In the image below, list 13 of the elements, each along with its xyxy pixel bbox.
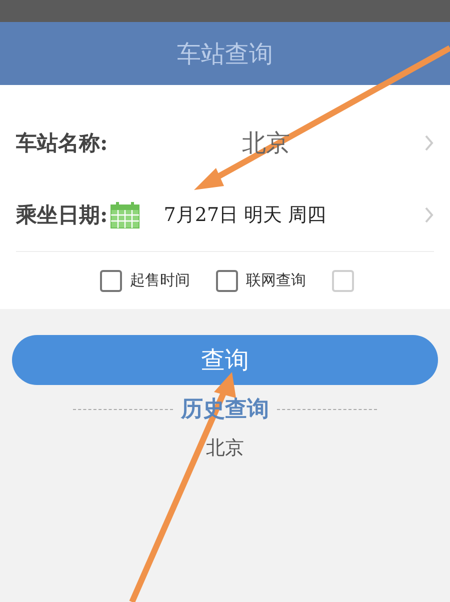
option-label: 起售时间 — [130, 270, 190, 292]
checkbox[interactable] — [216, 270, 238, 292]
date-value[interactable]: 7月27日 明天 周四 — [164, 200, 424, 230]
history-item[interactable]: 北京 — [206, 434, 244, 462]
station-label: 车站名称: — [16, 129, 108, 158]
query-button[interactable]: 查询 — [12, 335, 438, 385]
option-label: 联网查询 — [246, 270, 306, 292]
page-title: 车站查询 — [177, 38, 273, 70]
chevron-icon — [424, 206, 434, 224]
date-label: 乘坐日期: — [16, 201, 108, 230]
checkbox[interactable] — [100, 270, 122, 292]
calendar-icon — [110, 201, 140, 229]
chevron-icon — [424, 134, 434, 152]
